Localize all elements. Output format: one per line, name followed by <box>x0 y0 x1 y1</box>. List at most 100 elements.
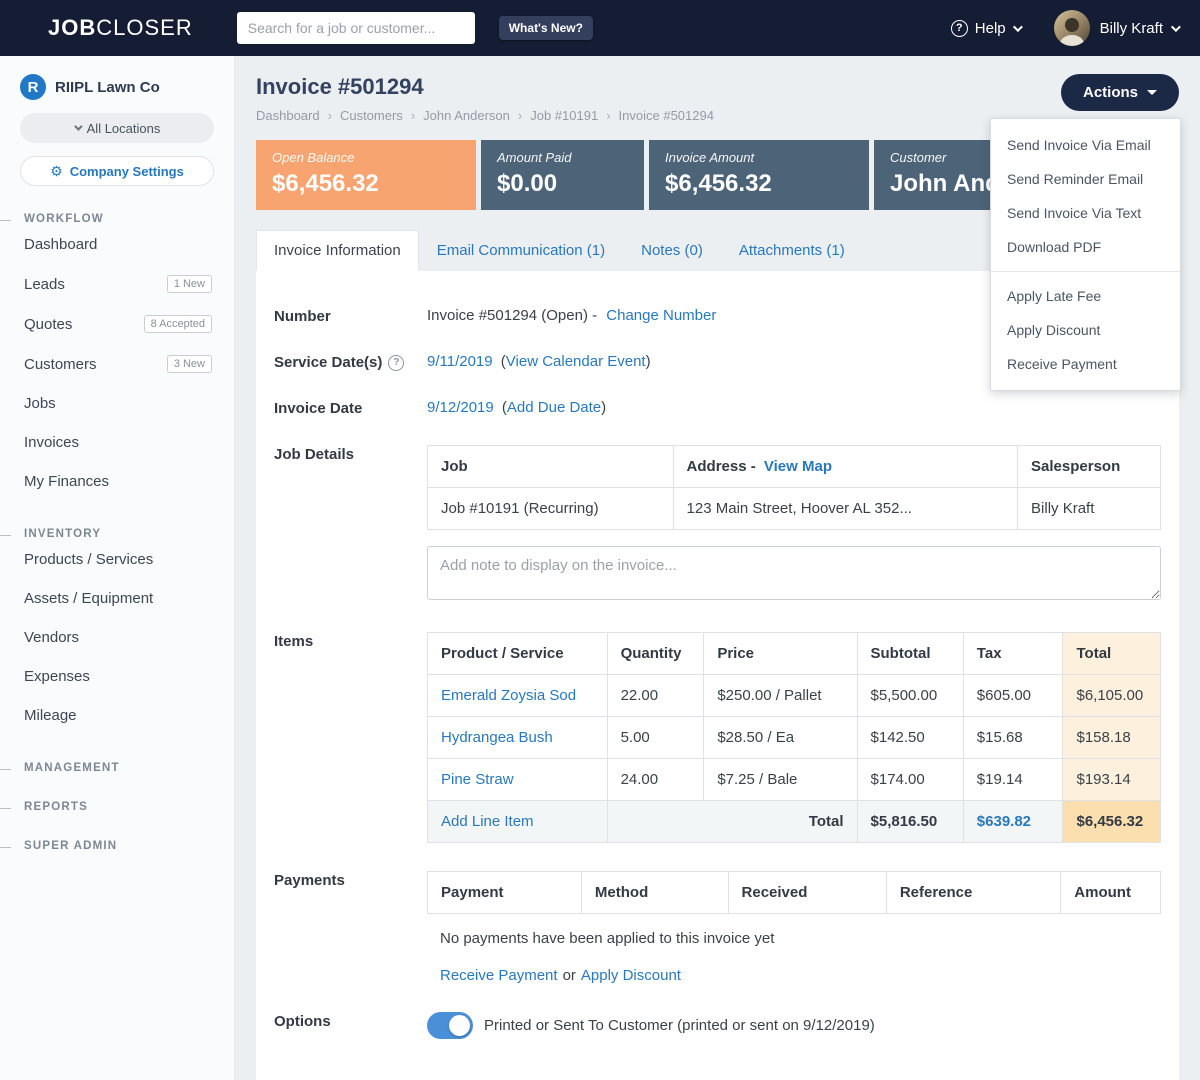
actions-button-label: Actions <box>1083 84 1138 101</box>
invoice-note-input[interactable] <box>427 546 1161 600</box>
locations-dropdown[interactable]: All Locations <box>20 113 214 143</box>
actions-button[interactable]: Actions <box>1061 74 1179 111</box>
section-header-management[interactable]: MANAGEMENT <box>0 762 234 774</box>
breadcrumb-customers[interactable]: Customers <box>340 108 423 123</box>
help-icon: ? <box>951 20 968 37</box>
menu-item-send-invoice-text[interactable]: Send Invoice Via Text <box>991 196 1180 230</box>
caret-down-icon <box>1147 90 1157 95</box>
view-map-link[interactable]: View Map <box>764 458 832 475</box>
avatar[interactable] <box>1054 10 1090 46</box>
chevron-down-icon <box>74 122 82 130</box>
add-due-date-link[interactable]: Add Due Date <box>507 399 601 416</box>
sidebar-item-quotes[interactable]: Quotes8 Accepted <box>0 304 234 344</box>
sidebar-item-label: Mileage <box>24 707 77 724</box>
locations-label: All Locations <box>87 121 161 136</box>
amount-header: Amount <box>1061 872 1161 914</box>
sidebar-item-assets-equipment[interactable]: Assets / Equipment <box>0 579 234 618</box>
sidebar-item-invoices[interactable]: Invoices <box>0 423 234 462</box>
sidebar-item-label: Jobs <box>24 395 56 412</box>
menu-item-send-reminder-email[interactable]: Send Reminder Email <box>991 162 1180 196</box>
printed-sent-toggle[interactable] <box>427 1012 473 1039</box>
payments-row: Payments Payment Method Received Referen… <box>274 857 1161 998</box>
item-link-emerald-zoysia-sod[interactable]: Emerald Zoysia Sod <box>441 687 576 704</box>
method-header: Method <box>581 872 728 914</box>
receive-payment-link[interactable]: Receive Payment <box>440 967 558 984</box>
breadcrumb-job[interactable]: Job #10191 <box>530 108 618 123</box>
sidebar-item-customers[interactable]: Customers3 New <box>0 344 234 384</box>
tax-cell: $605.00 <box>963 675 1063 717</box>
payment-header: Payment <box>428 872 582 914</box>
breadcrumb-invoice: Invoice #501294 <box>619 108 714 123</box>
user-menu[interactable]: Billy Kraft <box>1100 20 1178 37</box>
tax-header: Tax <box>963 633 1063 675</box>
apply-discount-link[interactable]: Apply Discount <box>581 967 681 984</box>
service-date-link[interactable]: 9/11/2019 <box>427 353 493 370</box>
no-payments-message: No payments have been applied to this in… <box>427 914 1161 951</box>
breadcrumb-dashboard[interactable]: Dashboard <box>256 108 340 123</box>
subtotal-cell: $174.00 <box>857 759 963 801</box>
items-row: Items Product / Service Quantity Price S… <box>274 618 1161 857</box>
reference-header: Reference <box>886 872 1060 914</box>
add-line-item-link[interactable]: Add Line Item <box>441 813 534 830</box>
section-header-super-admin[interactable]: SUPER ADMIN <box>0 840 234 852</box>
invoice-information-panel: Number Invoice #501294 (Open) - Change N… <box>256 271 1179 1080</box>
help-menu[interactable]: ? Help <box>951 20 1020 37</box>
section-header-inventory: INVENTORY <box>0 528 234 540</box>
company-settings-button[interactable]: ⚙ Company Settings <box>20 156 214 186</box>
sidebar-item-dashboard[interactable]: Dashboard <box>0 225 234 264</box>
tab-email-communication[interactable]: Email Communication (1) <box>419 230 623 271</box>
menu-item-receive-payment[interactable]: Receive Payment <box>991 347 1180 381</box>
section-header-reports[interactable]: REPORTS <box>0 801 234 813</box>
breadcrumb-john-anderson[interactable]: John Anderson <box>423 108 530 123</box>
sidebar-item-label: Leads <box>24 276 65 293</box>
price-cell: $28.50 / Ea <box>704 717 857 759</box>
sidebar-item-expenses[interactable]: Expenses <box>0 657 234 696</box>
tax-total-link[interactable]: $639.82 <box>963 801 1063 843</box>
item-link-hydrangea-bush[interactable]: Hydrangea Bush <box>441 729 553 746</box>
or-text: or <box>563 967 576 984</box>
customers-badge: 3 New <box>167 355 212 373</box>
job-cell: Job #10191 (Recurring) <box>428 488 674 530</box>
item-link-pine-straw[interactable]: Pine Straw <box>441 771 514 788</box>
whats-new-button[interactable]: What's New? <box>499 16 593 40</box>
paren-close: ) <box>601 399 606 416</box>
menu-item-apply-discount[interactable]: Apply Discount <box>991 313 1180 347</box>
tab-attachments[interactable]: Attachments (1) <box>721 230 863 271</box>
company-header: R RIIPL Lawn Co <box>20 74 214 100</box>
menu-item-apply-late-fee[interactable]: Apply Late Fee <box>991 279 1180 313</box>
sidebar-item-leads[interactable]: Leads1 New <box>0 264 234 304</box>
subtotal-cell: $5,500.00 <box>857 675 963 717</box>
sidebar-item-mileage[interactable]: Mileage <box>0 696 234 735</box>
address-col-header: Address - View Map <box>673 446 1018 488</box>
tab-invoice-information[interactable]: Invoice Information <box>256 230 419 271</box>
menu-item-send-invoice-email[interactable]: Send Invoice Via Email <box>991 128 1180 162</box>
subtotal-cell: $142.50 <box>857 717 963 759</box>
salesperson-cell: Billy Kraft <box>1018 488 1161 530</box>
items-label: Items <box>274 632 427 650</box>
service-date-label: Service Date(s) <box>274 354 382 371</box>
search-input[interactable] <box>237 12 475 44</box>
sidebar-item-label: Assets / Equipment <box>24 590 153 607</box>
menu-item-download-pdf[interactable]: Download PDF <box>991 230 1180 264</box>
quotes-badge: 8 Accepted <box>144 315 212 333</box>
view-calendar-event-link[interactable]: View Calendar Event <box>506 353 646 370</box>
user-name: Billy Kraft <box>1100 20 1163 37</box>
sidebar-item-label: Products / Services <box>24 551 153 568</box>
sidebar-item-jobs[interactable]: Jobs <box>0 384 234 423</box>
sidebar-item-products-services[interactable]: Products / Services <box>0 540 234 579</box>
logo-bold: JOB <box>48 15 96 40</box>
total-header: Total <box>1063 633 1161 675</box>
sidebar-item-vendors[interactable]: Vendors <box>0 618 234 657</box>
invoice-date-link[interactable]: 9/12/2019 <box>427 399 494 416</box>
total-cell: $158.18 <box>1063 717 1161 759</box>
info-icon[interactable]: ? <box>388 355 404 371</box>
tab-notes[interactable]: Notes (0) <box>623 230 721 271</box>
salesperson-col-header: Salesperson <box>1018 446 1161 488</box>
toggle-knob <box>449 1015 470 1036</box>
change-number-link[interactable]: Change Number <box>606 307 716 324</box>
help-label: Help <box>975 20 1006 37</box>
sidebar: R RIIPL Lawn Co All Locations ⚙ Company … <box>0 56 235 1080</box>
sidebar-item-my-finances[interactable]: My Finances <box>0 462 234 501</box>
invoice-number-value: Invoice #501294 (Open) - <box>427 307 597 324</box>
job-details-table: Job Address - View Map Salesperson Job #… <box>427 445 1161 530</box>
